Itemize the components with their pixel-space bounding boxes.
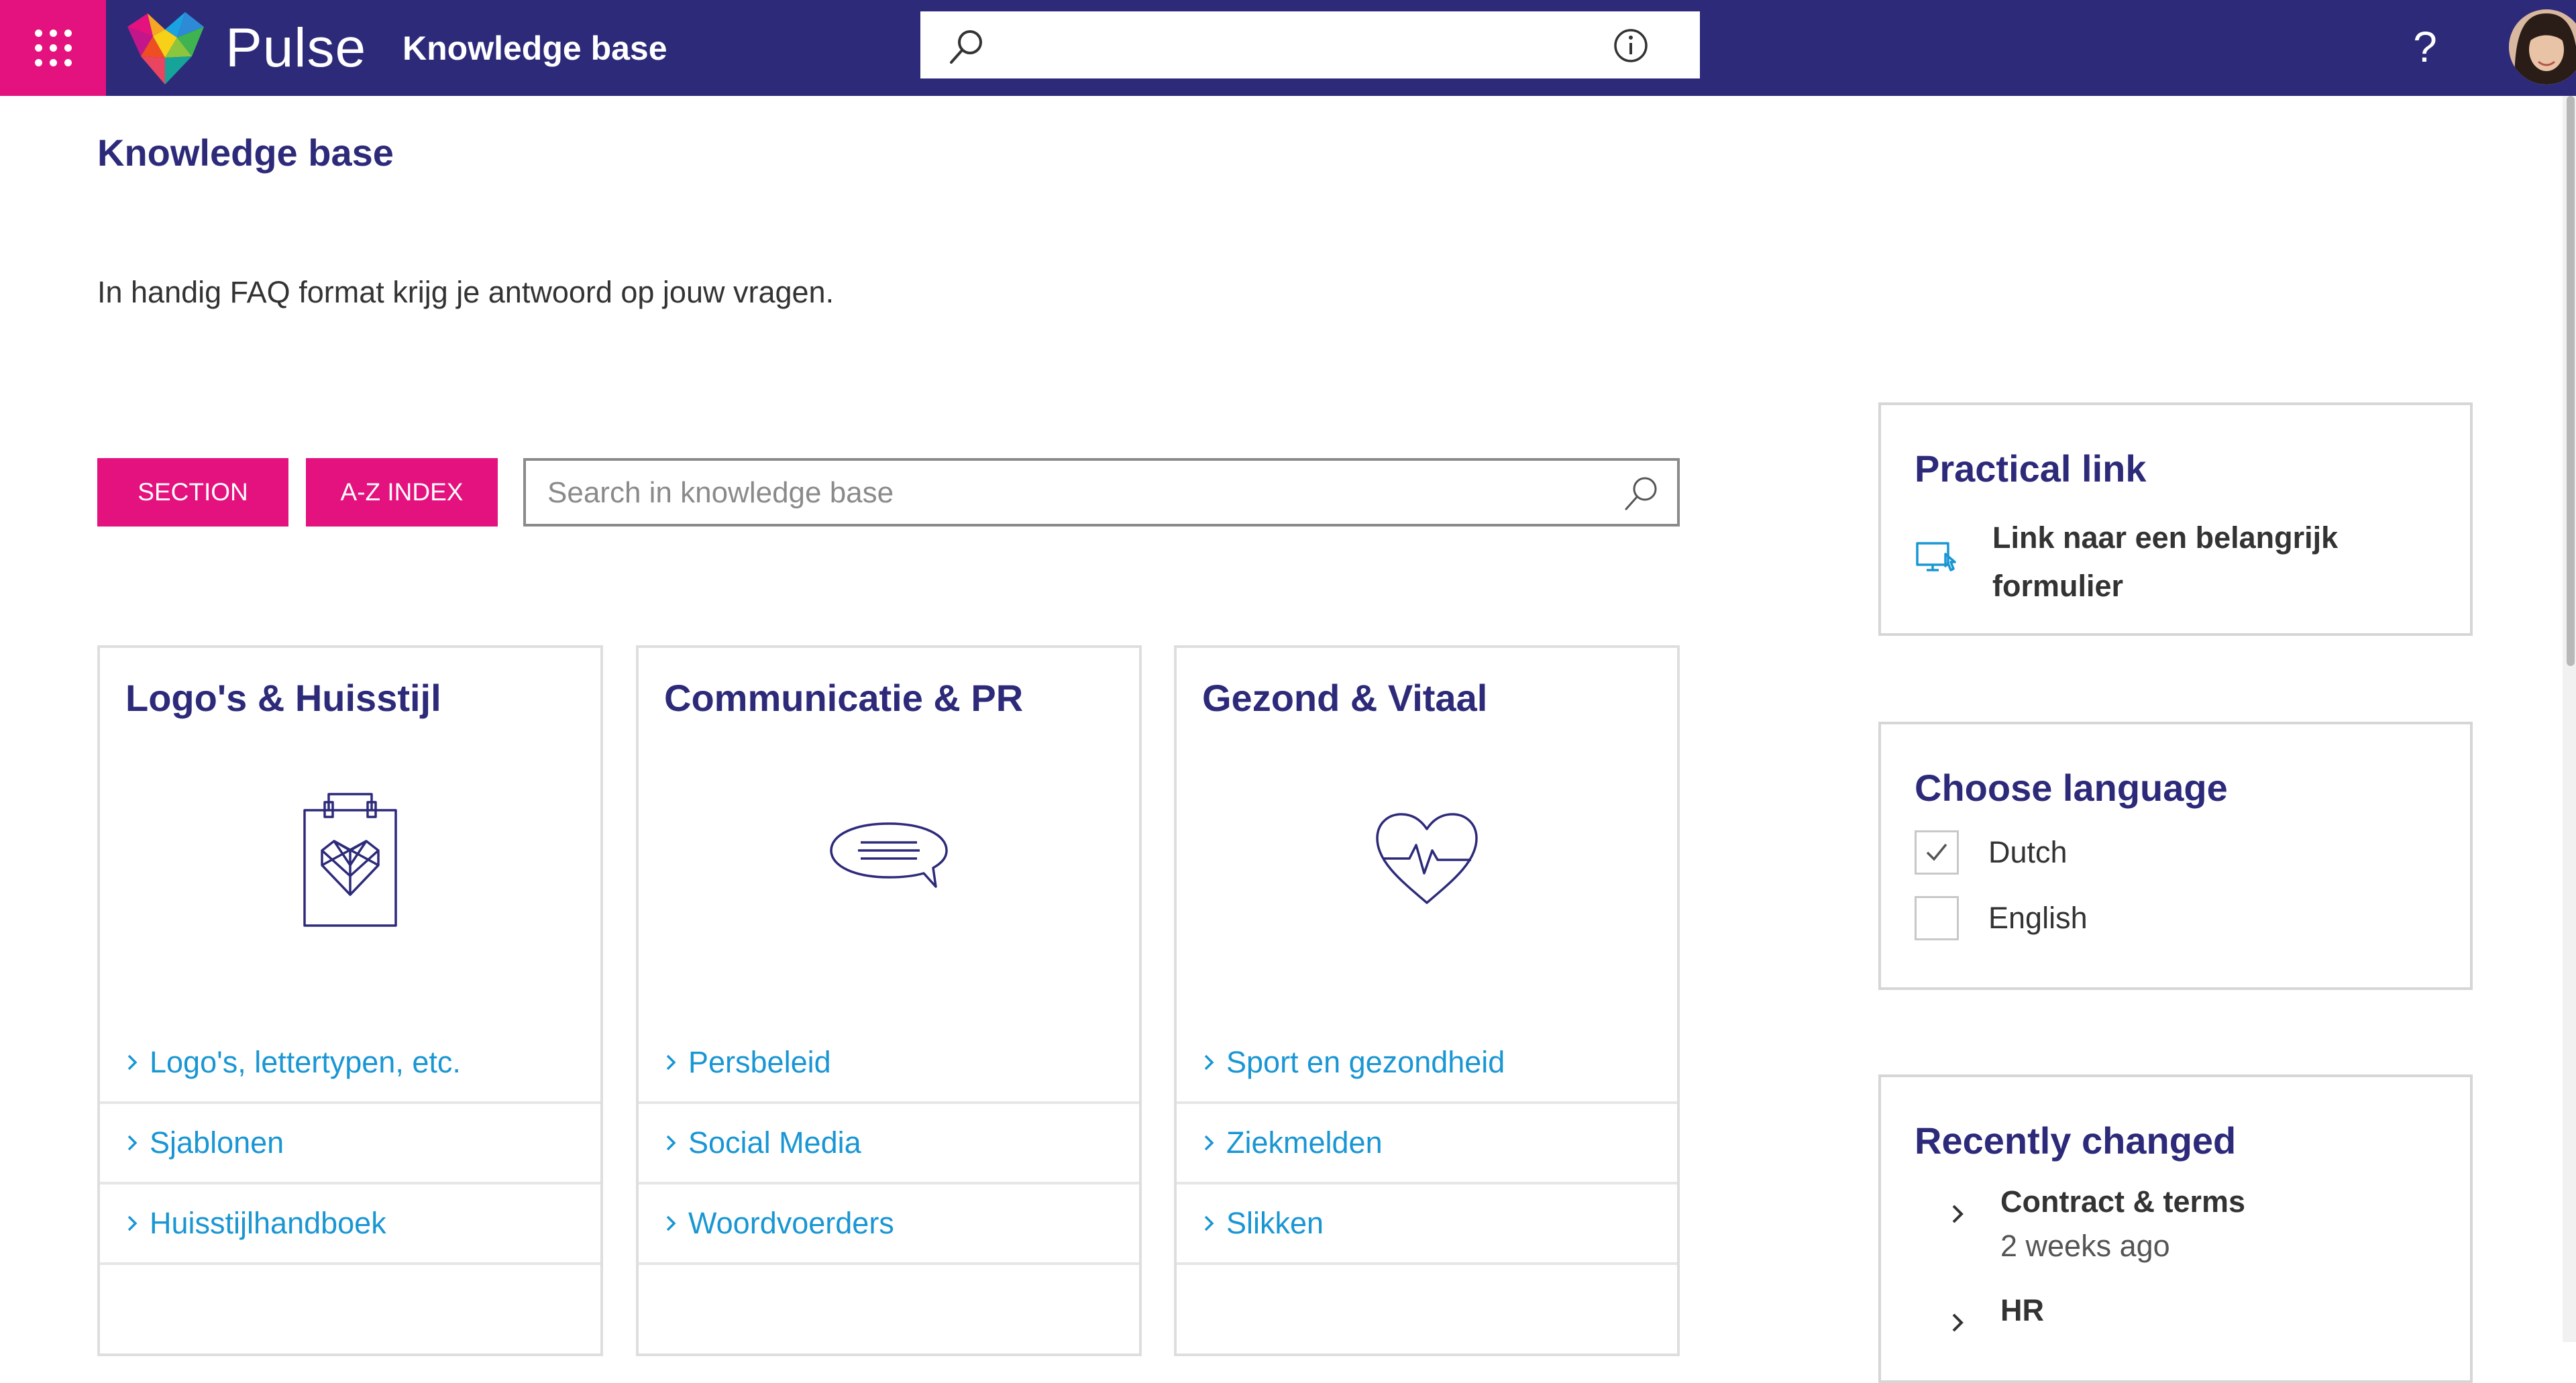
category-card-communicatie: Communicatie & PR Persbeleid Social Medi…: [636, 645, 1142, 1356]
pulse-logo-icon: [127, 12, 204, 85]
practical-link-label: Link naar een belangrijk formulier: [1992, 520, 2339, 603]
recent-item-time: 2 weeks ago: [2000, 1229, 2170, 1263]
list-item[interactable]: Huisstijlhandboek: [100, 1184, 600, 1265]
recent-item-title: Contract & terms: [2000, 1184, 2246, 1219]
card-link-label: Social Media: [688, 1125, 861, 1160]
waffle-icon: [34, 30, 72, 66]
list-item[interactable]: Sjablonen: [100, 1104, 600, 1184]
language-option-dutch[interactable]: Dutch: [1915, 830, 2068, 875]
help-icon[interactable]: ?: [2408, 13, 2442, 80]
checkbox-dutch[interactable]: [1915, 830, 1959, 875]
panel-title: Choose language: [1915, 767, 2228, 809]
monitor-click-icon: [1916, 542, 1956, 571]
site-title[interactable]: Knowledge base: [402, 15, 667, 82]
card-title[interactable]: Communicatie & PR: [664, 676, 1023, 720]
brand-name: Pulse: [225, 17, 367, 78]
recent-item-title: HR: [2000, 1293, 2044, 1327]
card-link-list: Logo's, lettertypen, etc. Sjablonen Huis…: [100, 1024, 600, 1265]
card-link-list: Sport en gezondheid Ziekmelden Slikken: [1177, 1024, 1677, 1265]
chevron-right-icon: [1204, 1135, 1214, 1151]
category-card-logos: Logo's & Huisstijl Logo's, lettertypen, …: [97, 645, 603, 1356]
heart-pulse-icon: [1376, 813, 1478, 904]
global-search-box: [920, 11, 1700, 80]
chevron-right-icon: [1952, 1205, 1964, 1223]
section-button[interactable]: SECTION: [97, 458, 288, 527]
page-title: Knowledge base: [97, 131, 394, 174]
panel-title: Practical link: [1915, 447, 2147, 490]
list-item[interactable]: Ziekmelden: [1177, 1104, 1677, 1184]
card-link-label: Sport en gezondheid: [1226, 1045, 1505, 1079]
card-title[interactable]: Logo's & Huisstijl: [125, 676, 441, 720]
chevron-right-icon: [666, 1215, 676, 1231]
card-link-list: Persbeleid Social Media Woordvoerders: [639, 1024, 1139, 1265]
chevron-right-icon: [1204, 1215, 1214, 1231]
list-item[interactable]: Persbeleid: [639, 1024, 1139, 1104]
scrollbar-thumb[interactable]: [2567, 96, 2575, 666]
list-item[interactable]: Sport en gezondheid: [1177, 1024, 1677, 1104]
card-link-label: Persbeleid: [688, 1045, 831, 1079]
panel-title: Recently changed: [1915, 1119, 2237, 1162]
info-icon[interactable]: [1613, 27, 1649, 64]
list-item[interactable]: Social Media: [639, 1104, 1139, 1184]
az-index-button[interactable]: A-Z INDEX: [306, 458, 498, 527]
user-photo-icon: [2509, 9, 2576, 85]
list-item[interactable]: Woordvoerders: [639, 1184, 1139, 1265]
recently-changed-panel: Recently changed Contract & terms 2 week…: [1878, 1074, 2473, 1383]
list-item[interactable]: Slikken: [1177, 1184, 1677, 1265]
card-link-label: Woordvoerders: [688, 1206, 894, 1240]
search-icon[interactable]: [947, 27, 986, 66]
choose-language-panel: Choose language Dutch English: [1878, 722, 2473, 990]
shopping-bag-heart-icon: [303, 793, 397, 927]
language-label: English: [1988, 901, 2088, 935]
top-bar: Pulse Knowledge base ?: [0, 0, 2576, 96]
chevron-right-icon: [1952, 1313, 1964, 1332]
practical-link-panel: Practical link Link naar een belangrijk …: [1878, 402, 2473, 636]
speech-bubble-icon: [830, 822, 948, 888]
card-link-label: Ziekmelden: [1226, 1125, 1383, 1160]
card-link-label: Slikken: [1226, 1206, 1324, 1240]
checkbox-english[interactable]: [1915, 896, 1959, 940]
kb-search-input[interactable]: [546, 461, 1595, 525]
list-item[interactable]: Logo's, lettertypen, etc.: [100, 1024, 600, 1104]
avatar[interactable]: [2509, 9, 2576, 85]
chevron-right-icon: [127, 1135, 138, 1151]
card-title[interactable]: Gezond & Vitaal: [1202, 676, 1487, 720]
chevron-right-icon: [666, 1054, 676, 1070]
chevron-right-icon: [1204, 1054, 1214, 1070]
card-link-label: Huisstijlhandboek: [150, 1206, 386, 1240]
chevron-right-icon: [666, 1135, 676, 1151]
card-link-label: Sjablonen: [150, 1125, 284, 1160]
language-option-english[interactable]: English: [1915, 896, 2088, 940]
kb-search-box: [523, 458, 1680, 527]
search-icon[interactable]: [1622, 474, 1661, 513]
checkmark-icon: [1926, 843, 1947, 861]
page-intro: In handig FAQ format krijg je antwoord o…: [97, 275, 835, 309]
app-launcher-button[interactable]: [0, 0, 106, 96]
category-card-gezond: Gezond & Vitaal Sport en gezondheid Ziek…: [1174, 645, 1680, 1356]
chevron-right-icon: [127, 1215, 138, 1231]
language-label: Dutch: [1988, 835, 2068, 869]
chevron-right-icon: [127, 1054, 138, 1070]
global-search-input[interactable]: [1001, 11, 1594, 80]
card-link-label: Logo's, lettertypen, etc.: [150, 1045, 461, 1079]
